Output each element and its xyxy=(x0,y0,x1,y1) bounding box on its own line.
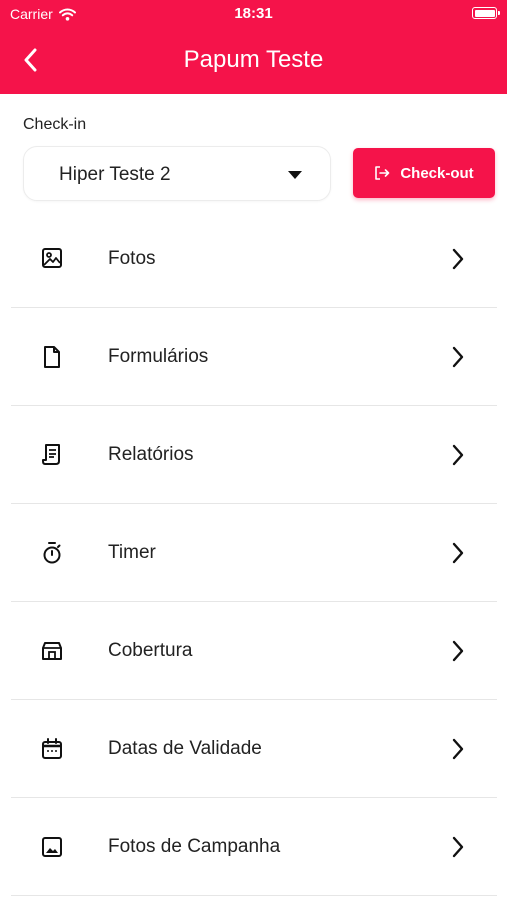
logout-icon xyxy=(375,166,390,180)
menu-item-label: Timer xyxy=(108,542,156,563)
menu-item-label: Fotos xyxy=(108,248,156,269)
menu-item-label: Formulários xyxy=(108,346,209,367)
menu-item-formularios[interactable]: Formulários xyxy=(11,308,497,406)
status-time: 18:31 xyxy=(234,5,273,22)
menu-item-fotos[interactable]: Fotos xyxy=(11,210,497,308)
store-icon xyxy=(42,642,62,660)
checkout-button[interactable]: Check-out xyxy=(353,148,495,198)
menu-item-fotos-de-campanha[interactable]: Fotos de Campanha xyxy=(11,798,497,896)
caret-down-icon xyxy=(288,171,302,179)
battery-icon xyxy=(472,7,500,19)
chevron-right-icon xyxy=(452,346,464,368)
app-header: Carrier 18:31 Papum Teste xyxy=(0,0,507,94)
chevron-right-icon xyxy=(452,444,464,466)
menu-item-cobertura[interactable]: Cobertura xyxy=(11,602,497,700)
store-select-value: Hiper Teste 2 xyxy=(59,164,171,185)
stopwatch-icon xyxy=(43,542,61,564)
calendar-icon xyxy=(42,738,62,759)
checkin-label: Check-in xyxy=(23,116,87,133)
menu-item-datas-de-validade[interactable]: Datas de Validade xyxy=(11,700,497,798)
page-title: Papum Teste xyxy=(183,46,324,73)
menu-item-timer[interactable]: Timer xyxy=(11,504,497,602)
chevron-right-icon xyxy=(452,640,464,662)
chevron-right-icon xyxy=(452,836,464,858)
menu-item-relatorios[interactable]: Relatórios xyxy=(11,406,497,504)
menu-item-label: Datas de Validade xyxy=(108,738,262,759)
status-bar: Carrier 18:31 xyxy=(0,0,507,28)
chevron-right-icon xyxy=(452,542,464,564)
file-icon xyxy=(44,346,60,368)
photo-icon xyxy=(42,837,62,857)
menu-item-label: Cobertura xyxy=(108,640,193,661)
receipt-icon xyxy=(42,444,60,465)
chevron-right-icon xyxy=(452,248,464,270)
checkout-label: Check-out xyxy=(400,164,474,182)
store-select[interactable]: Hiper Teste 2 xyxy=(23,146,331,201)
menu-list: Fotos Formulários Relatórios Timer Cober… xyxy=(11,210,497,896)
menu-item-label: Relatórios xyxy=(108,444,194,465)
menu-item-label: Fotos de Campanha xyxy=(108,836,281,857)
chevron-right-icon xyxy=(452,738,464,760)
image-icon xyxy=(42,248,62,268)
